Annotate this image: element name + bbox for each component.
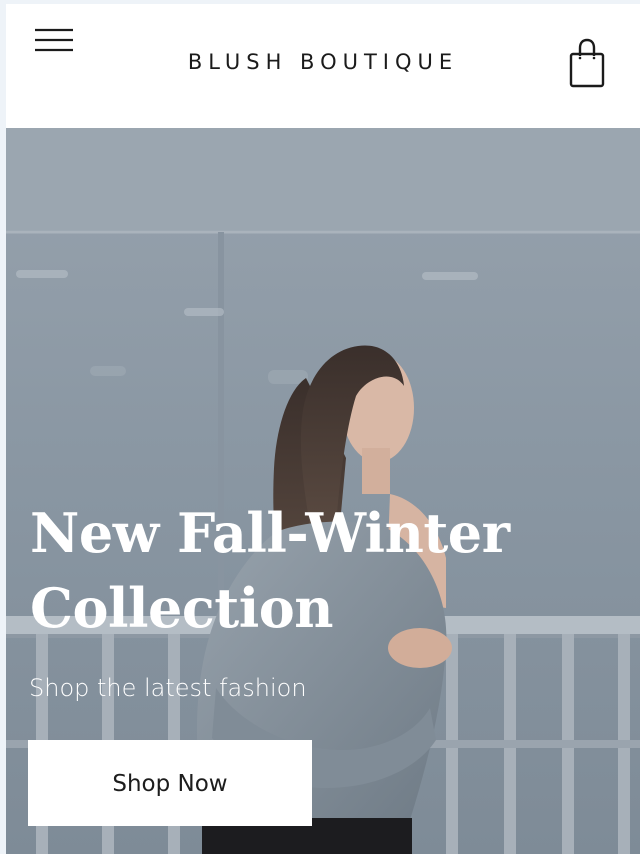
hero-title: New Fall-Winter Collection [30, 501, 510, 640]
hero-banner: New Fall-Winter Collection Shop the late… [6, 128, 640, 854]
app-frame: BLUSH BOUTIQUE New Fall-Winter Collectio… [6, 4, 640, 854]
brand-logo[interactable]: BLUSH BOUTIQUE [6, 50, 640, 74]
site-header: BLUSH BOUTIQUE [6, 4, 640, 128]
shopping-bag-icon[interactable] [568, 38, 606, 90]
shop-now-button[interactable]: Shop Now [28, 740, 312, 826]
hero-subtitle: Shop the latest fashion [29, 674, 307, 702]
